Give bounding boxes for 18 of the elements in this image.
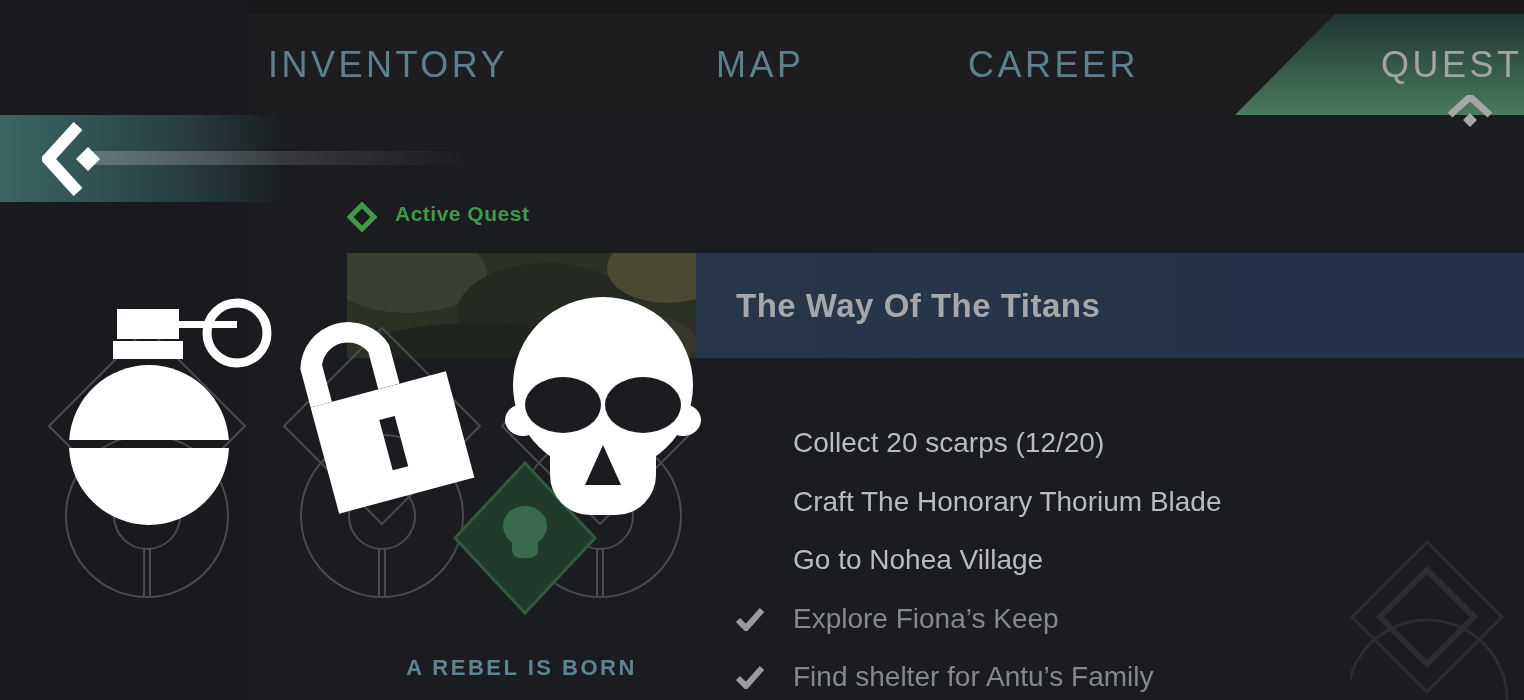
chapter-title: A REBEL IS BORN — [406, 654, 637, 681]
nav-tab[interactable]: CAREER — [968, 14, 1235, 115]
back-icon — [42, 121, 102, 196]
diamond-icon — [347, 202, 377, 232]
objective-text: Explore Fiona’s Keep — [793, 602, 1059, 635]
quest-title: The Way Of The Titans — [736, 286, 1101, 325]
check-icon — [735, 606, 765, 631]
nav-tab[interactable]: MAP — [716, 14, 968, 115]
objective-text: Find shelter for Antu’s Family — [793, 661, 1154, 694]
check-icon — [735, 665, 765, 690]
caret-icon — [1446, 95, 1494, 129]
objective-text: Craft The Honorary Thorium Blade — [793, 485, 1222, 518]
skull-icon — [505, 295, 701, 517]
section-label: Active Quest — [395, 202, 530, 226]
objective-text: Collect 20 scarps (12/20) — [793, 427, 1105, 460]
nav-tab[interactable]: INVENTORY — [268, 14, 716, 115]
objective-text: Go to Nohea Village — [793, 544, 1044, 577]
nav-tab[interactable]: QUEST — [1235, 14, 1524, 115]
